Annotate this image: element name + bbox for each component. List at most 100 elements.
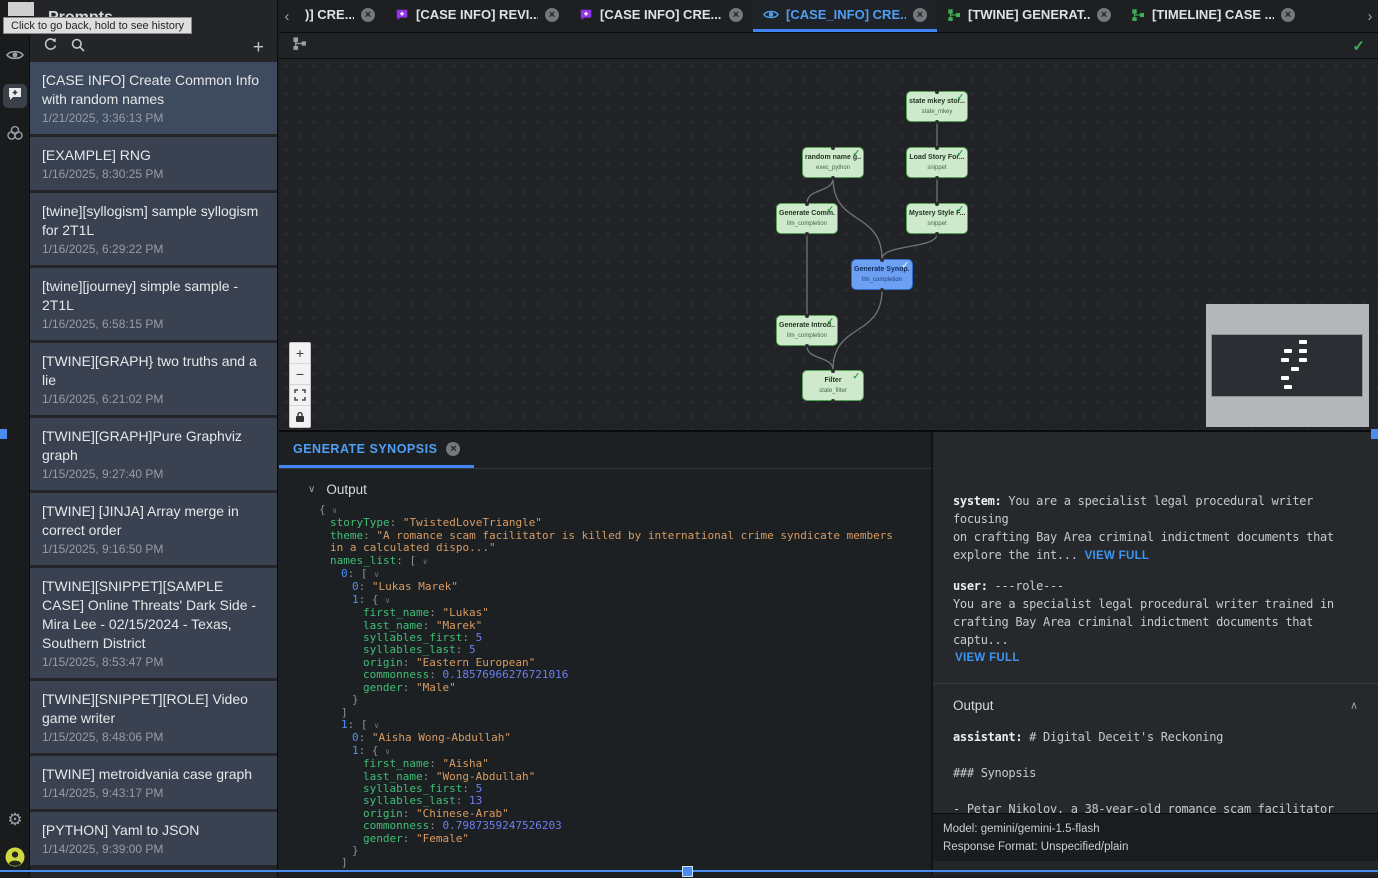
tab-2[interactable]: [CASE INFO] CRE...× <box>569 0 753 32</box>
knot-icon <box>6 125 24 146</box>
graph-icon <box>947 8 961 22</box>
tab-close-icon[interactable]: × <box>545 8 559 22</box>
back-tooltip: Click to go back, hold to see history <box>3 17 192 34</box>
json-line: gender: "Female" <box>319 833 931 845</box>
prompt-title: [TWINE][SNIPPET][ROLE] Video game writer <box>42 690 265 728</box>
output-panel-header: GENERATE SYNOPSIS × <box>279 432 931 469</box>
lock-button[interactable] <box>290 406 310 427</box>
tab-close-icon[interactable]: × <box>1281 8 1295 22</box>
prompt-list-item[interactable]: [twine][syllogism] sample syllogism for … <box>30 193 277 265</box>
tab-close-icon[interactable]: × <box>361 8 375 22</box>
app-window: ⚙ Prompts + [CASE INFO] Create Common In… <box>0 0 1378 878</box>
graph-node-gen_common[interactable]: ✓Generate Comm...llm_completion <box>776 203 838 234</box>
output-header-label: Output <box>953 697 994 715</box>
tabs-scroll-right-icon[interactable]: › <box>1362 0 1378 32</box>
output-section-row: ∨ Output <box>279 469 931 504</box>
graph-node-load_story[interactable]: ✓Load Story For...snippet <box>906 147 968 178</box>
prompts-nav-button[interactable] <box>3 84 27 108</box>
graph-node-gen_synopsis[interactable]: ✓Generate Synop...llm_completion <box>851 259 913 290</box>
tab-close-icon[interactable]: × <box>729 8 743 22</box>
response-format-label: Response Format: Unspecified/plain <box>943 838 1378 856</box>
chevron-up-icon[interactable]: ∧ <box>1350 697 1358 715</box>
prompt-list-item[interactable]: [TWINE][SNIPPET][ROLE] Video game writer… <box>30 681 277 753</box>
prompt-list-item[interactable]: [CASE INFO] Create Common Info with rand… <box>30 62 277 134</box>
model-info-footer: Model: gemini/gemini-1.5-flash Response … <box>933 813 1378 861</box>
prompt-list-item[interactable]: [TWINE][GRAPH} two truths and a lie1/16/… <box>30 343 277 415</box>
minimap[interactable] <box>1206 304 1369 427</box>
bottom-area: GENERATE SYNOPSIS × ∨ Output { ∨storyTyp… <box>279 432 1378 875</box>
fit-view-button[interactable] <box>290 385 310 406</box>
tab-label: )] CRE... <box>305 7 354 22</box>
minimap-node <box>1284 385 1292 389</box>
zoom-out-button[interactable]: − <box>290 364 310 385</box>
user-avatar[interactable] <box>3 847 27 871</box>
prompt-timestamp: 1/16/2025, 8:30:25 PM <box>42 167 265 182</box>
tab-0[interactable]: )] CRE... × <box>295 0 385 32</box>
tab-3[interactable]: [CASE_INFO] CRE... × <box>753 0 937 32</box>
prompt-timestamp: 1/16/2025, 6:58:15 PM <box>42 317 265 332</box>
model-label: Model: gemini/gemini-1.5-flash <box>943 820 1378 838</box>
minimap-viewport <box>1211 334 1363 397</box>
panel-tab-close-icon[interactable]: × <box>446 442 460 456</box>
resize-handle[interactable] <box>682 866 693 877</box>
prompt-list-item[interactable]: [TWINE][GRAPH]Pure Graphviz graph1/15/20… <box>30 418 277 490</box>
split-handle-right[interactable] <box>1371 429 1378 439</box>
settings-button[interactable]: ⚙ <box>3 807 27 831</box>
zoom-in-button[interactable]: + <box>290 343 310 364</box>
graph-node-filter[interactable]: ✓Filterstate_filter <box>802 370 864 401</box>
graph-node-state_mkey[interactable]: ✓state mkey stor...state_mkey <box>906 91 968 122</box>
minimap-node <box>1284 349 1292 353</box>
minimap-node <box>1299 349 1307 353</box>
minimap-node <box>1291 367 1299 371</box>
tab-close-icon[interactable]: × <box>913 8 927 22</box>
prompt-list-item[interactable]: [TWINE] [JINJA] Array merge in correct o… <box>30 493 277 565</box>
tab-4[interactable]: [TWINE] GENERAT... × <box>937 0 1121 32</box>
tabs-scroll-left-icon[interactable]: ‹ <box>279 0 295 32</box>
prompt-list-item[interactable]: [twine][journey] simple sample - 2T1L1/1… <box>30 268 277 340</box>
prompt-timestamp: 1/15/2025, 9:27:40 PM <box>42 467 265 482</box>
prompt-title: [twine][syllogism] sample syllogism for … <box>42 202 265 240</box>
search-icon[interactable] <box>71 38 85 57</box>
prompt-list-item[interactable]: [PYTHON] Yaml to JSON1/14/2025, 9:39:00 … <box>30 812 277 865</box>
back-button[interactable] <box>8 2 34 16</box>
tab-label: [CASE_INFO] CRE... <box>786 7 906 22</box>
viewer-nav-button[interactable] <box>3 45 27 69</box>
refresh-icon[interactable] <box>43 37 58 57</box>
split-handle-left[interactable] <box>0 429 7 439</box>
prompt-list-item[interactable]: [TWINE][SNIPPET][SAMPLE CASE] Online Thr… <box>30 568 277 678</box>
knot-nav-button[interactable] <box>3 123 27 147</box>
collapse-caret-icon[interactable]: ∨ <box>308 484 315 495</box>
graph-canvas[interactable]: + − ✓state mkey stor...state_mkey ✓random… <box>279 59 1378 432</box>
tab-1[interactable]: [CASE INFO] REVI...× <box>385 0 569 32</box>
output-panel: GENERATE SYNOPSIS × ∨ Output { ∨storyTyp… <box>279 432 931 875</box>
graph-node-random_name[interactable]: ✓random name g...exec_python <box>802 147 864 178</box>
assistant-role-label: assistant: <box>953 730 1022 744</box>
left-rail: ⚙ <box>0 0 30 878</box>
view-full-link[interactable]: VIEW FULL <box>1085 550 1150 562</box>
add-prompt-button[interactable]: + <box>253 38 264 57</box>
prompt-title: [TWINE] metroidvania case graph <box>42 765 265 784</box>
pipeline-icon[interactable] <box>292 36 307 56</box>
prompt-icon <box>395 8 409 22</box>
graph-node-mystery_style[interactable]: ✓Mystery Style F...snippet <box>906 203 968 234</box>
footer-strip <box>933 861 1378 875</box>
prompt-list-item[interactable]: [EXAMPLE] RNG1/16/2025, 8:30:25 PM <box>30 137 277 190</box>
node-check-icon: ✓ <box>852 148 860 159</box>
prompt-timestamp: 1/15/2025, 8:48:06 PM <box>42 730 265 745</box>
prompt-title: [TWINE][SNIPPET][SAMPLE CASE] Online Thr… <box>42 577 265 653</box>
user-text: ---role--- You are a specialist legal pr… <box>953 579 1334 647</box>
node-check-icon: ✓ <box>956 92 964 103</box>
prompt-title: [TWINE][GRAPH} two truths and a lie <box>42 352 265 390</box>
tab-close-icon[interactable]: × <box>1097 8 1111 22</box>
graph-check-icon: ✓ <box>1352 37 1365 55</box>
tab-label: [TWINE] GENERAT... <box>968 7 1090 22</box>
output-header: Output ∧ <box>953 684 1368 728</box>
node-subtitle: snippet <box>927 164 946 172</box>
tab-generate-synopsis[interactable]: GENERATE SYNOPSIS × <box>279 432 474 468</box>
view-full-link[interactable]: VIEW FULL <box>955 649 1368 667</box>
minimap-node <box>1299 340 1307 344</box>
system-message: system: You are a specialist legal proce… <box>953 492 1368 565</box>
prompt-list-item[interactable]: [TWINE] metroidvania case graph1/14/2025… <box>30 756 277 809</box>
tab-5[interactable]: [TIMELINE] CASE ...× <box>1121 0 1305 32</box>
graph-node-gen_intro[interactable]: ✓Generate Introd...llm_completion <box>776 315 838 346</box>
